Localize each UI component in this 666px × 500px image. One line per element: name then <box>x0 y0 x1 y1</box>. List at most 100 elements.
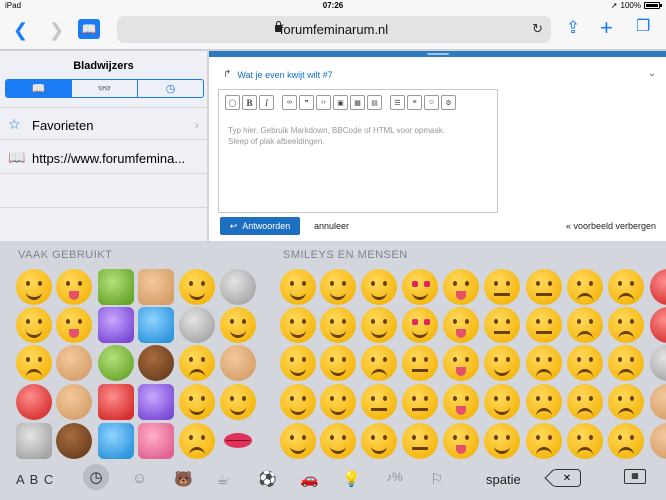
emoji-key[interactable] <box>484 423 520 459</box>
reply-target[interactable]: ↱ Wat je even kwijt wilt #7 <box>223 69 333 80</box>
emoji-key[interactable] <box>220 423 256 459</box>
share-icon[interactable]: ⇪ <box>566 19 580 36</box>
emoji-key[interactable] <box>402 345 438 381</box>
clock-icon[interactable]: ◷ <box>83 464 109 490</box>
emoji-key[interactable] <box>443 384 479 420</box>
table-icon[interactable]: ▦ <box>350 95 365 110</box>
bullet-list-icon[interactable]: ☰ <box>390 95 405 110</box>
emoji-key[interactable] <box>179 269 215 305</box>
emoji-key[interactable] <box>138 384 174 420</box>
emoji-key[interactable] <box>220 307 256 343</box>
emoji-key[interactable] <box>402 384 438 420</box>
emoji-key[interactable] <box>179 307 215 343</box>
emoji-key[interactable] <box>650 269 666 305</box>
emoji-key[interactable] <box>484 307 520 343</box>
history-tab-icon[interactable]: ◷ <box>138 80 203 97</box>
emoji-key[interactable] <box>650 423 666 459</box>
emoji-key[interactable] <box>280 384 316 420</box>
delete-icon[interactable]: ✕ <box>553 469 581 487</box>
emoji-key[interactable] <box>443 345 479 381</box>
sidebar-item-bookmark[interactable]: 📖 https://www.forumfemina... <box>0 141 208 174</box>
emoji-key[interactable] <box>280 269 316 305</box>
smiley-icon[interactable]: ☺ <box>132 470 147 487</box>
ball-icon[interactable]: ⚽ <box>258 470 277 488</box>
numbered-list-icon[interactable]: ≡ <box>407 95 422 110</box>
bookmarks-tab-icon[interactable]: 📖 <box>6 80 72 97</box>
emoji-key[interactable] <box>98 423 134 459</box>
reading-list-tab-icon[interactable]: 👓 <box>72 80 138 97</box>
emoji-key[interactable] <box>484 345 520 381</box>
gear-icon[interactable]: ⚙ <box>441 95 456 110</box>
emoji-key[interactable] <box>138 269 174 305</box>
emoji-key[interactable] <box>16 269 52 305</box>
link-icon[interactable]: ∞ <box>282 95 297 110</box>
hide-keyboard-icon[interactable]: ▦ <box>624 469 646 484</box>
quote-bubble-icon[interactable]: ◯ <box>225 95 240 110</box>
emoji-key[interactable] <box>526 307 562 343</box>
emoji-key[interactable] <box>526 384 562 420</box>
emoji-key[interactable] <box>320 345 356 381</box>
flag-icon[interactable]: ⚐ <box>430 470 443 488</box>
emoji-key[interactable] <box>402 307 438 343</box>
emoji-key[interactable] <box>280 307 316 343</box>
emoji-key[interactable] <box>608 384 644 420</box>
emoji-key[interactable] <box>484 269 520 305</box>
emoji-key[interactable] <box>650 307 666 343</box>
emoji-key[interactable] <box>320 307 356 343</box>
emoji-key[interactable] <box>567 345 603 381</box>
blockquote-icon[interactable]: ❞ <box>299 95 314 110</box>
emoji-key[interactable] <box>443 307 479 343</box>
animal-icon[interactable]: 🐻 <box>174 470 193 488</box>
emoji-key[interactable] <box>443 269 479 305</box>
emoji-key[interactable] <box>320 269 356 305</box>
bookmarks-icon[interactable]: 📖 <box>78 19 100 39</box>
emoji-key[interactable] <box>220 269 256 305</box>
emoji-key[interactable] <box>56 423 92 459</box>
emoji-key[interactable] <box>526 423 562 459</box>
emoji-key[interactable] <box>567 269 603 305</box>
emoji-key[interactable] <box>56 384 92 420</box>
emoji-key[interactable] <box>280 345 316 381</box>
emoji-key[interactable] <box>138 345 174 381</box>
forward-icon[interactable]: ❯ <box>49 21 64 39</box>
emoji-key[interactable] <box>98 345 134 381</box>
emoji-key[interactable] <box>138 307 174 343</box>
emoji-key[interactable] <box>567 423 603 459</box>
emoji-key[interactable] <box>361 384 397 420</box>
bulb-icon[interactable]: 💡 <box>342 470 361 488</box>
emoji-key[interactable] <box>98 307 134 343</box>
emoji-key[interactable] <box>56 307 92 343</box>
emoji-key[interactable] <box>16 345 52 381</box>
emoji-key[interactable] <box>608 423 644 459</box>
reply-topic-link[interactable]: Wat je even kwijt wilt #7 <box>237 70 332 80</box>
emoji-key[interactable] <box>320 384 356 420</box>
space-key[interactable]: spatie <box>486 472 521 487</box>
emoji-key[interactable] <box>484 384 520 420</box>
car-icon[interactable]: 🚗 <box>300 470 319 488</box>
emoji-key[interactable] <box>608 345 644 381</box>
bold-icon[interactable]: B <box>242 95 257 110</box>
emoji-key[interactable] <box>650 345 666 381</box>
emoji-key[interactable] <box>98 269 134 305</box>
emoji-key[interactable] <box>16 423 52 459</box>
reply-button[interactable]: ↩ Antwoorden <box>220 217 300 235</box>
hide-preview-link[interactable]: « voorbeeld verbergen <box>566 221 656 231</box>
tabs-icon[interactable]: ❐ <box>636 19 650 35</box>
reload-icon[interactable]: ↻ <box>532 21 543 37</box>
abc-key[interactable]: A B C <box>16 472 54 487</box>
italic-icon[interactable]: I <box>259 95 274 110</box>
emoji-key[interactable] <box>361 345 397 381</box>
emoji-key[interactable] <box>567 307 603 343</box>
new-tab-icon[interactable]: + <box>600 17 613 39</box>
back-icon[interactable]: ❮ <box>13 21 28 39</box>
emoji-key[interactable] <box>280 423 316 459</box>
sidebar-item-favorites[interactable]: ☆ Favorieten › <box>0 107 208 140</box>
emoji-key[interactable] <box>56 269 92 305</box>
emoji-key[interactable] <box>16 307 52 343</box>
image-icon[interactable]: ▣ <box>333 95 348 110</box>
emoji-key[interactable] <box>526 345 562 381</box>
emoji-key[interactable] <box>650 384 666 420</box>
emoji-key[interactable] <box>361 423 397 459</box>
emoji-key[interactable] <box>179 384 215 420</box>
emoji-key[interactable] <box>179 423 215 459</box>
